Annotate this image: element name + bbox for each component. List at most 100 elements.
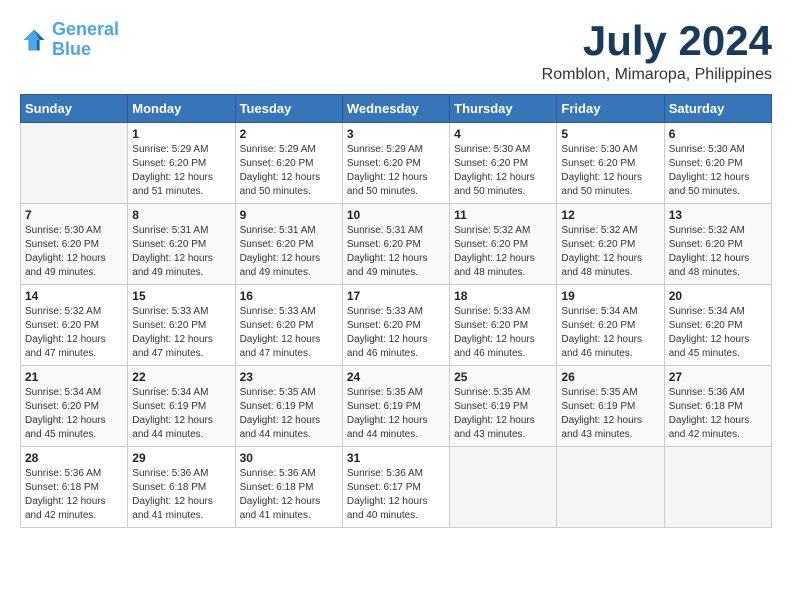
calendar-cell: 24 Sunrise: 5:35 AM Sunset: 6:19 PM Dayl… xyxy=(342,366,449,447)
header-sunday: Sunday xyxy=(21,95,128,123)
sunset-label: Sunset: 6:20 PM xyxy=(454,158,528,169)
day-number: 16 xyxy=(240,289,338,303)
daylight-label: Daylight: 12 hours and 50 minutes. xyxy=(561,172,642,197)
calendar-week-5: 28 Sunrise: 5:36 AM Sunset: 6:18 PM Dayl… xyxy=(21,447,772,528)
day-info: Sunrise: 5:29 AM Sunset: 6:20 PM Dayligh… xyxy=(347,143,445,199)
calendar-cell: 21 Sunrise: 5:34 AM Sunset: 6:20 PM Dayl… xyxy=(21,366,128,447)
sunrise-label: Sunrise: 5:36 AM xyxy=(240,468,316,479)
day-info: Sunrise: 5:32 AM Sunset: 6:20 PM Dayligh… xyxy=(561,224,659,280)
title-block: July 2024 Romblon, Mimaropa, Philippines xyxy=(542,20,772,84)
day-info: Sunrise: 5:34 AM Sunset: 6:20 PM Dayligh… xyxy=(561,305,659,361)
day-number: 13 xyxy=(669,208,767,222)
daylight-label: Daylight: 12 hours and 50 minutes. xyxy=(240,172,321,197)
daylight-label: Daylight: 12 hours and 44 minutes. xyxy=(347,415,428,440)
day-info: Sunrise: 5:36 AM Sunset: 6:18 PM Dayligh… xyxy=(132,467,230,523)
day-number: 12 xyxy=(561,208,659,222)
location-subtitle: Romblon, Mimaropa, Philippines xyxy=(542,66,772,84)
calendar-cell: 15 Sunrise: 5:33 AM Sunset: 6:20 PM Dayl… xyxy=(128,285,235,366)
sunset-label: Sunset: 6:20 PM xyxy=(347,320,421,331)
daylight-label: Daylight: 12 hours and 47 minutes. xyxy=(132,334,213,359)
daylight-label: Daylight: 12 hours and 41 minutes. xyxy=(132,496,213,521)
day-number: 24 xyxy=(347,370,445,384)
day-info: Sunrise: 5:31 AM Sunset: 6:20 PM Dayligh… xyxy=(347,224,445,280)
sunset-label: Sunset: 6:17 PM xyxy=(347,482,421,493)
daylight-label: Daylight: 12 hours and 46 minutes. xyxy=(561,334,642,359)
sunset-label: Sunset: 6:20 PM xyxy=(132,239,206,250)
header-thursday: Thursday xyxy=(450,95,557,123)
sunset-label: Sunset: 6:20 PM xyxy=(347,239,421,250)
sunrise-label: Sunrise: 5:30 AM xyxy=(25,225,101,236)
calendar-cell: 7 Sunrise: 5:30 AM Sunset: 6:20 PM Dayli… xyxy=(21,204,128,285)
day-info: Sunrise: 5:33 AM Sunset: 6:20 PM Dayligh… xyxy=(240,305,338,361)
sunset-label: Sunset: 6:20 PM xyxy=(454,320,528,331)
day-info: Sunrise: 5:36 AM Sunset: 6:17 PM Dayligh… xyxy=(347,467,445,523)
sunset-label: Sunset: 6:20 PM xyxy=(132,158,206,169)
sunrise-label: Sunrise: 5:35 AM xyxy=(347,387,423,398)
daylight-label: Daylight: 12 hours and 49 minutes. xyxy=(25,253,106,278)
day-number: 5 xyxy=(561,127,659,141)
calendar-cell: 23 Sunrise: 5:35 AM Sunset: 6:19 PM Dayl… xyxy=(235,366,342,447)
calendar-cell: 22 Sunrise: 5:34 AM Sunset: 6:19 PM Dayl… xyxy=(128,366,235,447)
calendar-cell: 27 Sunrise: 5:36 AM Sunset: 6:18 PM Dayl… xyxy=(664,366,771,447)
sunrise-label: Sunrise: 5:32 AM xyxy=(669,225,745,236)
sunset-label: Sunset: 6:20 PM xyxy=(561,158,635,169)
sunset-label: Sunset: 6:18 PM xyxy=(240,482,314,493)
day-number: 28 xyxy=(25,451,123,465)
month-title: July 2024 xyxy=(542,20,772,62)
sunrise-label: Sunrise: 5:34 AM xyxy=(561,306,637,317)
day-info: Sunrise: 5:36 AM Sunset: 6:18 PM Dayligh… xyxy=(669,386,767,442)
day-info: Sunrise: 5:30 AM Sunset: 6:20 PM Dayligh… xyxy=(454,143,552,199)
page-header: GeneralBlue July 2024 Romblon, Mimaropa,… xyxy=(20,20,772,84)
calendar-cell: 6 Sunrise: 5:30 AM Sunset: 6:20 PM Dayli… xyxy=(664,123,771,204)
sunrise-label: Sunrise: 5:35 AM xyxy=(454,387,530,398)
calendar-cell: 4 Sunrise: 5:30 AM Sunset: 6:20 PM Dayli… xyxy=(450,123,557,204)
calendar-week-2: 7 Sunrise: 5:30 AM Sunset: 6:20 PM Dayli… xyxy=(21,204,772,285)
day-info: Sunrise: 5:33 AM Sunset: 6:20 PM Dayligh… xyxy=(132,305,230,361)
daylight-label: Daylight: 12 hours and 50 minutes. xyxy=(669,172,750,197)
header-monday: Monday xyxy=(128,95,235,123)
sunrise-label: Sunrise: 5:33 AM xyxy=(347,306,423,317)
day-number: 6 xyxy=(669,127,767,141)
day-number: 19 xyxy=(561,289,659,303)
calendar-cell: 12 Sunrise: 5:32 AM Sunset: 6:20 PM Dayl… xyxy=(557,204,664,285)
day-info: Sunrise: 5:32 AM Sunset: 6:20 PM Dayligh… xyxy=(25,305,123,361)
daylight-label: Daylight: 12 hours and 43 minutes. xyxy=(454,415,535,440)
day-number: 15 xyxy=(132,289,230,303)
day-number: 29 xyxy=(132,451,230,465)
daylight-label: Daylight: 12 hours and 46 minutes. xyxy=(454,334,535,359)
day-number: 7 xyxy=(25,208,123,222)
daylight-label: Daylight: 12 hours and 47 minutes. xyxy=(25,334,106,359)
sunrise-label: Sunrise: 5:29 AM xyxy=(132,144,208,155)
calendar-cell: 20 Sunrise: 5:34 AM Sunset: 6:20 PM Dayl… xyxy=(664,285,771,366)
calendar-table: Sunday Monday Tuesday Wednesday Thursday… xyxy=(20,94,772,528)
sunrise-label: Sunrise: 5:32 AM xyxy=(454,225,530,236)
calendar-cell: 17 Sunrise: 5:33 AM Sunset: 6:20 PM Dayl… xyxy=(342,285,449,366)
calendar-week-4: 21 Sunrise: 5:34 AM Sunset: 6:20 PM Dayl… xyxy=(21,366,772,447)
day-number: 31 xyxy=(347,451,445,465)
day-number: 22 xyxy=(132,370,230,384)
calendar-header-row: Sunday Monday Tuesday Wednesday Thursday… xyxy=(21,95,772,123)
daylight-label: Daylight: 12 hours and 40 minutes. xyxy=(347,496,428,521)
day-info: Sunrise: 5:35 AM Sunset: 6:19 PM Dayligh… xyxy=(240,386,338,442)
day-number: 27 xyxy=(669,370,767,384)
sunset-label: Sunset: 6:20 PM xyxy=(347,158,421,169)
day-number: 20 xyxy=(669,289,767,303)
sunset-label: Sunset: 6:18 PM xyxy=(25,482,99,493)
daylight-label: Daylight: 12 hours and 45 minutes. xyxy=(25,415,106,440)
calendar-cell: 18 Sunrise: 5:33 AM Sunset: 6:20 PM Dayl… xyxy=(450,285,557,366)
day-number: 17 xyxy=(347,289,445,303)
calendar-cell xyxy=(557,447,664,528)
sunset-label: Sunset: 6:19 PM xyxy=(347,401,421,412)
calendar-cell: 10 Sunrise: 5:31 AM Sunset: 6:20 PM Dayl… xyxy=(342,204,449,285)
daylight-label: Daylight: 12 hours and 44 minutes. xyxy=(132,415,213,440)
sunset-label: Sunset: 6:20 PM xyxy=(25,401,99,412)
sunrise-label: Sunrise: 5:36 AM xyxy=(347,468,423,479)
day-info: Sunrise: 5:35 AM Sunset: 6:19 PM Dayligh… xyxy=(347,386,445,442)
day-info: Sunrise: 5:29 AM Sunset: 6:20 PM Dayligh… xyxy=(132,143,230,199)
daylight-label: Daylight: 12 hours and 50 minutes. xyxy=(454,172,535,197)
sunset-label: Sunset: 6:20 PM xyxy=(669,320,743,331)
sunrise-label: Sunrise: 5:31 AM xyxy=(347,225,423,236)
sunrise-label: Sunrise: 5:33 AM xyxy=(454,306,530,317)
sunrise-label: Sunrise: 5:30 AM xyxy=(669,144,745,155)
daylight-label: Daylight: 12 hours and 45 minutes. xyxy=(669,334,750,359)
